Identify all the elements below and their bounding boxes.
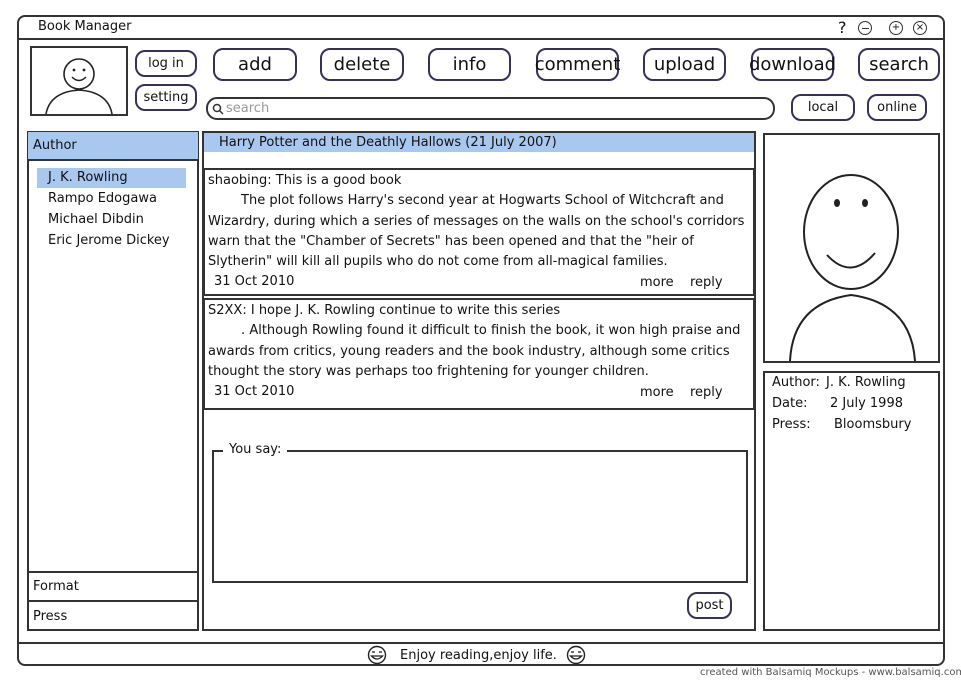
author-list: J. K. Rowling Rampo Edogawa Michael Dibd… xyxy=(30,163,196,571)
comment-card: S2XX: I hope J. K. Rowling continue to w… xyxy=(203,298,755,410)
sidebar-header-press-label: Press xyxy=(33,608,68,624)
comment-header: S2XX: I hope J. K. Rowling continue to w… xyxy=(208,303,561,318)
more-link[interactable]: more xyxy=(640,383,674,403)
smiley-icon xyxy=(566,645,586,665)
comment-body-line: awards from critics, young readers and t… xyxy=(208,344,730,359)
details-date-label: Date: xyxy=(772,396,808,411)
reply-legend: You say: xyxy=(223,442,288,457)
comment-body-line: The plot follows Harry's second year at … xyxy=(208,193,724,208)
smiley-icon xyxy=(367,645,387,665)
footer: Enjoy reading,enjoy life. xyxy=(366,644,587,666)
details-author-value: J. K. Rowling xyxy=(826,375,906,390)
upload-button[interactable]: upload xyxy=(643,48,726,81)
details-date-value: 2 July 1998 xyxy=(830,396,903,411)
author-item[interactable]: J. K. Rowling xyxy=(48,170,128,185)
book-title-text: Harry Potter and the Deathly Hallows (21… xyxy=(219,135,557,150)
reply-textarea[interactable] xyxy=(212,450,748,583)
author-photo xyxy=(763,133,940,363)
reply-link[interactable]: reply xyxy=(690,383,723,403)
book-title: Harry Potter and the Deathly Hallows (21… xyxy=(204,133,754,152)
sidebar-header-press[interactable]: Press xyxy=(28,600,198,630)
comment-date: 31 Oct 2010 xyxy=(214,384,295,399)
maximize-icon[interactable]: + xyxy=(889,21,903,35)
search-input[interactable]: search xyxy=(206,97,775,120)
user-avatar xyxy=(30,46,128,116)
info-button[interactable]: info xyxy=(428,48,511,81)
comment-body-line: . Although Rowling found it difficult to… xyxy=(208,323,741,338)
more-link[interactable]: more xyxy=(640,273,674,293)
comment-body-line: thought the story was perhaps too fright… xyxy=(208,364,649,379)
watermark: created with Balsamiq Mockups - www.bals… xyxy=(700,667,961,678)
details-press-value: Bloomsbury xyxy=(834,417,912,432)
author-item[interactable]: Eric Jerome Dickey xyxy=(48,233,170,248)
comment-card: shaobing: This is a good book The plot f… xyxy=(203,168,755,296)
comment-date: 31 Oct 2010 xyxy=(214,274,295,289)
local-button[interactable]: local xyxy=(791,94,855,121)
author-item[interactable]: Rampo Edogawa xyxy=(48,191,157,206)
sidebar-header-author[interactable]: Author xyxy=(28,132,198,161)
add-button[interactable]: add xyxy=(213,48,297,81)
post-button[interactable]: post xyxy=(687,592,732,619)
details-press-label: Press: xyxy=(772,417,811,432)
minimize-icon[interactable] xyxy=(858,21,872,35)
search-button[interactable]: search xyxy=(858,48,940,81)
download-button[interactable]: download xyxy=(749,48,836,81)
search-placeholder: search xyxy=(226,101,270,116)
online-button[interactable]: online xyxy=(867,94,927,121)
search-icon xyxy=(212,103,224,115)
sidebar-header-author-label: Author xyxy=(33,138,77,153)
setting-button[interactable]: setting xyxy=(135,84,197,111)
help-icon[interactable]: ? xyxy=(838,18,847,37)
login-button[interactable]: log in xyxy=(135,50,197,77)
footer-text: Enjoy reading,enjoy life. xyxy=(400,647,557,663)
sidebar-header-format[interactable]: Format xyxy=(28,571,198,600)
sidebar-header-format-label: Format xyxy=(33,579,79,594)
window-title: Book Manager xyxy=(38,19,132,34)
comment-body-line: Wizardry, during which a series of messa… xyxy=(208,214,745,229)
details-author-label: Author: xyxy=(772,375,820,390)
delete-button[interactable]: delete xyxy=(320,48,404,81)
close-icon[interactable]: × xyxy=(913,21,927,35)
title-bar-divider xyxy=(19,38,943,40)
reply-link[interactable]: reply xyxy=(690,273,723,293)
author-item[interactable]: Michael Dibdin xyxy=(48,212,144,227)
comment-body-line: warn that the "Chamber of Secrets" has b… xyxy=(208,234,694,249)
comment-body-line: Slytherin" will kill all pupils who do n… xyxy=(208,254,668,269)
comment-button[interactable]: comment xyxy=(535,48,620,81)
comment-header: shaobing: This is a good book xyxy=(208,173,402,188)
